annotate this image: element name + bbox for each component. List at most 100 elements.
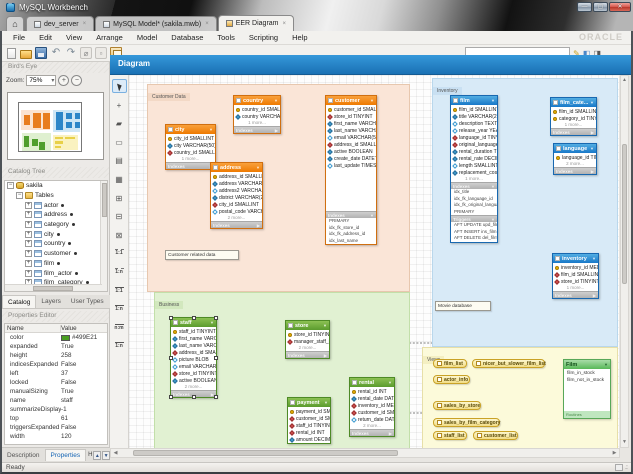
table-header[interactable]: language▼ [554,144,596,153]
tree-expander-icon[interactable]: + [25,231,32,238]
table-language[interactable]: language▼language_id TINY...2 more...Ind… [553,143,597,175]
table-header[interactable]: payment▼ [288,398,330,407]
undo-icon[interactable]: ↶ [50,47,62,59]
view-sales_by_film_category[interactable]: sales_by_film_category [433,418,500,427]
collapse-icon[interactable]: ▼ [592,256,596,261]
section-indexes[interactable]: Indexes▼ [326,211,376,218]
collapse-icon[interactable]: ▼ [604,362,608,367]
table-film[interactable]: film▼film_id SMALLINTtitle VARCHAR(255)d… [450,95,498,243]
menu-tools[interactable]: Tools [210,33,242,42]
tab-close-icon[interactable]: × [205,21,209,27]
collapse-icon[interactable]: ▼ [274,98,278,103]
scroll-left-icon[interactable]: ◀ [111,449,120,457]
tree-expander-icon[interactable]: + [25,270,32,277]
tree-expander-icon[interactable]: + [25,221,32,228]
tab-mysql-model-sakila-mwb-[interactable]: MySQL Model* (sakila.mwb)× [95,16,217,31]
view-tool[interactable]: ⊟ [112,209,127,223]
birds-eye-minimap[interactable] [7,92,104,160]
grid-toggle-icon[interactable] [615,464,623,471]
view-actor_info[interactable]: actor_info [433,375,470,384]
menu-database[interactable]: Database [164,33,210,42]
selection-handle[interactable] [192,316,196,320]
table-header[interactable]: customer▼ [326,96,376,105]
property-row-summarizeDisplay[interactable]: summarizeDisplay-1 [5,405,107,414]
table-staff[interactable]: staff▼staff_id TINYINTfirst_name VARCH..… [170,317,217,398]
table-header[interactable]: city▼ [166,125,215,134]
eraser-tool[interactable]: ▰ [112,116,127,130]
view-staff_list[interactable]: staff_list [433,431,467,440]
tab-user-types[interactable]: User Types [66,295,109,308]
table-film_cate[interactable]: film_cate...▼film_id SMALLINTcategory_id… [550,97,597,136]
routine-group-header[interactable]: Film▼ [564,360,610,369]
tree-item-category[interactable]: +category [5,220,107,230]
property-row-color[interactable]: color#499E21 [5,333,107,342]
view-nicer_but_slower_film_list[interactable]: nicer_but_slower_film_list [472,359,545,368]
diagram-tab[interactable]: Diagram [110,55,631,75]
selection-handle[interactable] [169,316,173,320]
collapse-icon[interactable]: ▼ [209,127,213,132]
menu-scripting[interactable]: Scripting [242,33,285,42]
table-country[interactable]: country▼country_id SMALLINTcountry VARCH… [233,95,281,134]
view-film_list[interactable]: film_list [433,359,467,368]
section-indexes[interactable]: Indexes▼ [451,182,497,189]
collapse-icon[interactable]: ▼ [370,98,374,103]
tree-horizontal-scrollbar[interactable] [5,284,102,291]
tree-item-actor[interactable]: +actor [5,200,107,210]
tree-expander-icon[interactable]: − [7,182,14,189]
scroll-down-icon[interactable]: ▼ [621,438,628,447]
shadow-icon[interactable]: ▫ [95,47,107,59]
tree-item-tables[interactable]: −Tables [5,191,107,201]
table-rental[interactable]: rental▼rental_id INTrental_date DATE...i… [349,377,395,437]
property-row-manualSizing[interactable]: manualSizingTrue [5,387,107,396]
titlebar[interactable]: MySQL Workbench —▢✕ [2,0,633,14]
menu-view[interactable]: View [59,33,89,42]
tab-catalog[interactable]: Catalog [2,295,36,308]
tree-item-film[interactable]: +film [5,259,107,269]
tab-close-icon[interactable]: × [283,21,287,27]
note-customer-related-data[interactable]: Customer related data [165,250,239,260]
diagram-canvas[interactable]: Customer DataInventoryBusinessViewscount… [129,75,619,448]
canvas-horizontal-scrollbar[interactable]: ◀ ▶ [110,448,620,458]
rel-1-n-existing-tool[interactable]: 1:n [112,339,127,353]
table-payment[interactable]: payment▼payment_id SMAL...customer_id SM… [287,397,331,444]
menu-model[interactable]: Model [130,33,164,42]
tree-item-film_actor[interactable]: +film_actor [5,268,107,278]
section-indexes[interactable]: Indexes▶ [551,128,596,135]
table-header[interactable]: film_cate...▼ [551,98,596,107]
menu-edit[interactable]: Edit [32,33,59,42]
section-indexes[interactable]: Indexes▶ [286,351,329,358]
collapse-icon[interactable]: ▼ [388,380,392,385]
pan-tool[interactable]: + [112,98,127,112]
selection-handle[interactable] [214,395,218,399]
property-row-expanded[interactable]: expandedTrue [5,342,107,351]
note-movie-database[interactable]: Movie database [435,301,491,311]
selection-handle[interactable] [214,316,218,320]
section-indexes[interactable]: Indexes▶ [234,126,280,133]
rel-1-1-identifying-tool[interactable]: 1:1 [112,284,127,298]
property-row-locked[interactable]: lockedFalse [5,378,107,387]
collapse-icon[interactable]: ▼ [491,98,495,103]
zoom-combobox[interactable]: 75% [26,75,56,86]
selection-handle[interactable] [169,395,173,399]
rel-1-1-non-identifying-tool[interactable]: 1:1 [112,246,127,260]
tree-item-city[interactable]: +city [5,229,107,239]
minimize-button[interactable]: — [577,2,592,12]
tree-expander-icon[interactable]: + [25,250,32,257]
collapse-icon[interactable]: ▼ [210,320,214,325]
new-document-icon[interactable] [7,48,16,59]
section-indexes[interactable]: Indexes▶ [554,167,596,174]
section-triggers[interactable]: Triggers▼ [451,215,497,222]
table-header[interactable]: address▼ [211,163,262,172]
property-row-top[interactable]: top61 [5,414,107,423]
collapse-icon[interactable]: ▼ [590,100,594,105]
tab-close-icon[interactable]: × [83,21,87,27]
view-sales_by_store[interactable]: sales_by_store [433,401,481,410]
collapse-icon[interactable]: ▼ [323,323,327,328]
property-row-left[interactable]: left37 [5,369,107,378]
section-indexes[interactable]: Indexes▶ [211,221,262,228]
tree-vertical-scrollbar[interactable] [100,181,107,291]
selection-handle[interactable] [192,395,196,399]
open-folder-icon[interactable] [20,50,32,59]
table-city[interactable]: city▼city_id SMALLINTcity VARCHAR(50)cou… [165,124,216,170]
magnet-icon[interactable]: ⌀ [80,47,92,59]
